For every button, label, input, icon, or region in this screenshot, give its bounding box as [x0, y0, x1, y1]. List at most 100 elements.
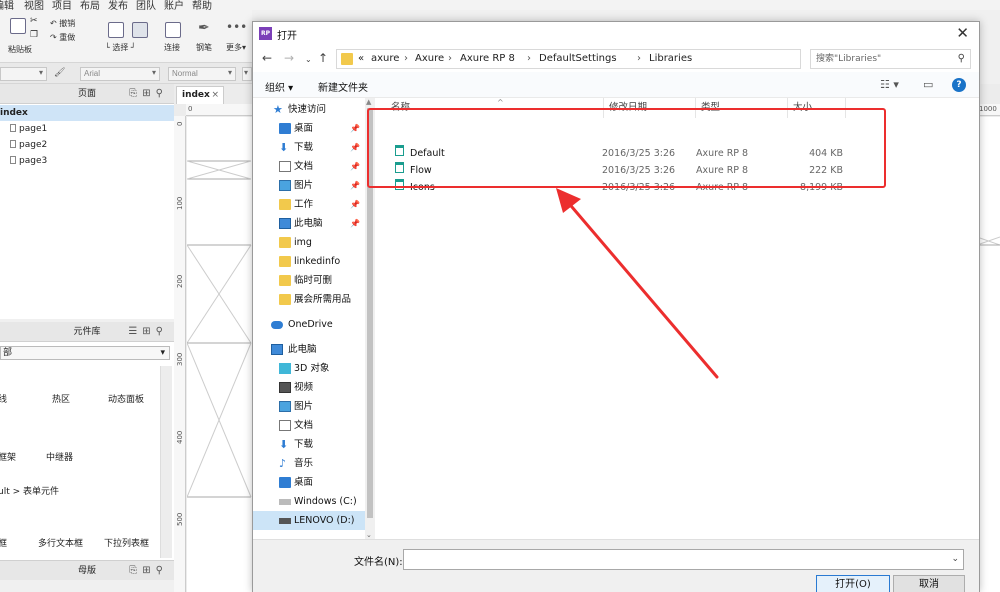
- nav-item-downloads-pc[interactable]: ⬇ 下载: [253, 435, 365, 454]
- menu-account[interactable]: 账户: [164, 0, 184, 10]
- open-button[interactable]: 打开(O): [816, 575, 890, 592]
- nav-item-downloads[interactable]: ⬇ 下载 📌: [253, 138, 365, 157]
- view-options-icon[interactable]: ☷ ▾: [880, 78, 899, 91]
- address-bar[interactable]: « axure › Axure › Axure RP 8 › DefaultSe…: [336, 49, 879, 69]
- menu-help[interactable]: 帮助: [192, 0, 212, 10]
- menu-edit[interactable]: 编辑: [0, 0, 14, 10]
- paste-icon[interactable]: [10, 18, 26, 34]
- add-folder-icon[interactable]: ⊞: [142, 88, 155, 99]
- menu-layout[interactable]: 布局: [80, 0, 100, 10]
- recent-locations-chevron-icon[interactable]: ⌄: [305, 55, 312, 64]
- library-select[interactable]: 部: [0, 346, 170, 360]
- select-icon[interactable]: [108, 22, 124, 38]
- page-item-page1[interactable]: page1: [0, 121, 174, 137]
- format-painter-icon[interactable]: 🖌: [54, 68, 65, 78]
- breadcrumb-axure-rp-8[interactable]: Axure RP 8: [460, 50, 515, 68]
- nav-item-quick-access[interactable]: ★ 快速访问: [253, 100, 365, 119]
- add-page-icon[interactable]: ⎘: [129, 88, 142, 99]
- close-tab-icon[interactable]: ×: [211, 87, 219, 104]
- add-library-icon[interactable]: ⊞: [142, 326, 155, 337]
- nav-item-expo-supplies[interactable]: 展会所需用品: [253, 290, 365, 309]
- cut-icon[interactable]: ✂: [30, 16, 38, 26]
- forward-arrow-icon[interactable]: →: [284, 51, 294, 65]
- breadcrumb-libraries[interactable]: Libraries: [649, 50, 692, 68]
- preview-pane-icon[interactable]: ▭: [923, 78, 933, 91]
- connect-icon[interactable]: [165, 22, 181, 38]
- pin-icon[interactable]: 📌: [350, 195, 360, 214]
- nav-item-linkedinfo[interactable]: linkedinfo: [253, 252, 365, 271]
- widgets-scrollbar[interactable]: [160, 366, 172, 558]
- nav-item-pictures-pc[interactable]: 图片: [253, 397, 365, 416]
- scroll-down-icon[interactable]: ⌄: [366, 531, 372, 539]
- undo-button[interactable]: ↶ 撤销: [50, 18, 75, 29]
- filename-dropdown-chevron-icon[interactable]: ⌄: [951, 550, 959, 569]
- breadcrumb-axure[interactable]: Axure: [415, 50, 444, 68]
- nav-item-img[interactable]: img: [253, 233, 365, 252]
- menu-publish[interactable]: 发布: [108, 0, 128, 10]
- breadcrumb-overflow[interactable]: «: [358, 50, 364, 68]
- style-select[interactable]: [0, 67, 47, 81]
- breadcrumb-defaultsettings[interactable]: DefaultSettings: [539, 50, 617, 68]
- nav-item-work[interactable]: 工作 📌: [253, 195, 365, 214]
- widget-inline-frame[interactable]: 框架: [0, 450, 16, 463]
- filename-input[interactable]: ⌄: [403, 549, 964, 570]
- back-arrow-icon[interactable]: ←: [262, 51, 272, 65]
- nav-item-this-pc-pinned[interactable]: 此电脑 📌: [253, 214, 365, 233]
- up-arrow-icon[interactable]: ↑: [318, 51, 328, 65]
- page-item-page2[interactable]: page2: [0, 137, 174, 153]
- redo-button[interactable]: ↷ 重做: [50, 32, 75, 43]
- widget-droplist[interactable]: 下拉列表框: [104, 536, 149, 549]
- nav-item-pictures[interactable]: 图片 📌: [253, 176, 365, 195]
- nav-item-videos[interactable]: 视频: [253, 378, 365, 397]
- nav-item-this-pc[interactable]: 此电脑: [253, 340, 365, 359]
- nav-item-desktop-pc[interactable]: 桌面: [253, 473, 365, 492]
- organize-button[interactable]: 组织 ▾: [265, 79, 293, 94]
- widget-hotspot[interactable]: 热区: [52, 392, 70, 405]
- pin-icon[interactable]: 📌: [350, 138, 360, 157]
- nav-item-documents[interactable]: 文档 📌: [253, 157, 365, 176]
- nav-item-windows-c[interactable]: Windows (C:): [253, 492, 365, 511]
- search-pages-icon[interactable]: ⚲: [156, 88, 168, 99]
- help-icon[interactable]: ?: [952, 78, 966, 92]
- scroll-up-icon[interactable]: ▲: [366, 98, 371, 106]
- add-master-folder-icon[interactable]: ⊞: [142, 565, 155, 576]
- widget-line[interactable]: 线: [0, 392, 7, 405]
- nav-item-lenovo-d[interactable]: LENOVO (D:): [253, 511, 365, 530]
- close-icon[interactable]: ✕: [956, 24, 969, 42]
- font-style-select[interactable]: Normal: [168, 67, 236, 81]
- page-item-index[interactable]: index: [0, 105, 174, 121]
- add-master-icon[interactable]: ⎘: [129, 565, 142, 576]
- nav-item-3d-objects[interactable]: 3D 对象: [253, 359, 365, 378]
- widget-text-area[interactable]: 多行文本框: [38, 536, 83, 549]
- font-select[interactable]: Arial: [80, 67, 160, 81]
- pin-icon[interactable]: 📌: [350, 119, 360, 138]
- nav-item-documents-pc[interactable]: 文档: [253, 416, 365, 435]
- font-size-select[interactable]: [242, 67, 252, 81]
- cancel-button[interactable]: 取消: [893, 575, 965, 592]
- canvas-tab-index[interactable]: index ×: [176, 86, 224, 104]
- pin-icon[interactable]: 📌: [350, 157, 360, 176]
- pin-icon[interactable]: 📌: [350, 214, 360, 233]
- pin-icon[interactable]: 📌: [350, 176, 360, 195]
- widget-dynamic-panel[interactable]: 动态面板: [108, 392, 144, 405]
- nav-item-music[interactable]: ♪ 音乐: [253, 454, 365, 473]
- nav-item-temp[interactable]: 临时可删: [253, 271, 365, 290]
- more-icon[interactable]: •••: [226, 20, 247, 34]
- nav-item-desktop[interactable]: 桌面 📌: [253, 119, 365, 138]
- menu-project[interactable]: 项目: [52, 0, 72, 10]
- widget-text-field[interactable]: 框: [0, 536, 7, 549]
- pen-icon[interactable]: ✒: [198, 20, 210, 36]
- dialog-titlebar[interactable]: RP 打开 ✕: [253, 22, 979, 46]
- new-folder-button[interactable]: 新建文件夹: [318, 79, 368, 94]
- search-masters-icon[interactable]: ⚲: [156, 565, 168, 576]
- search-input[interactable]: 搜索"Libraries" ⚲: [810, 49, 971, 69]
- search-widgets-icon[interactable]: ⚲: [156, 326, 168, 337]
- menu-view[interactable]: 视图: [24, 0, 44, 10]
- copy-icon[interactable]: ❐: [30, 30, 38, 40]
- more-label[interactable]: 更多▾: [226, 42, 246, 53]
- intersect-select-icon[interactable]: [132, 22, 148, 38]
- menu-icon[interactable]: ☰: [128, 326, 142, 337]
- menu-team[interactable]: 团队: [136, 0, 156, 10]
- page-item-page3[interactable]: page3: [0, 153, 174, 169]
- widget-repeater[interactable]: 中继器: [46, 450, 73, 463]
